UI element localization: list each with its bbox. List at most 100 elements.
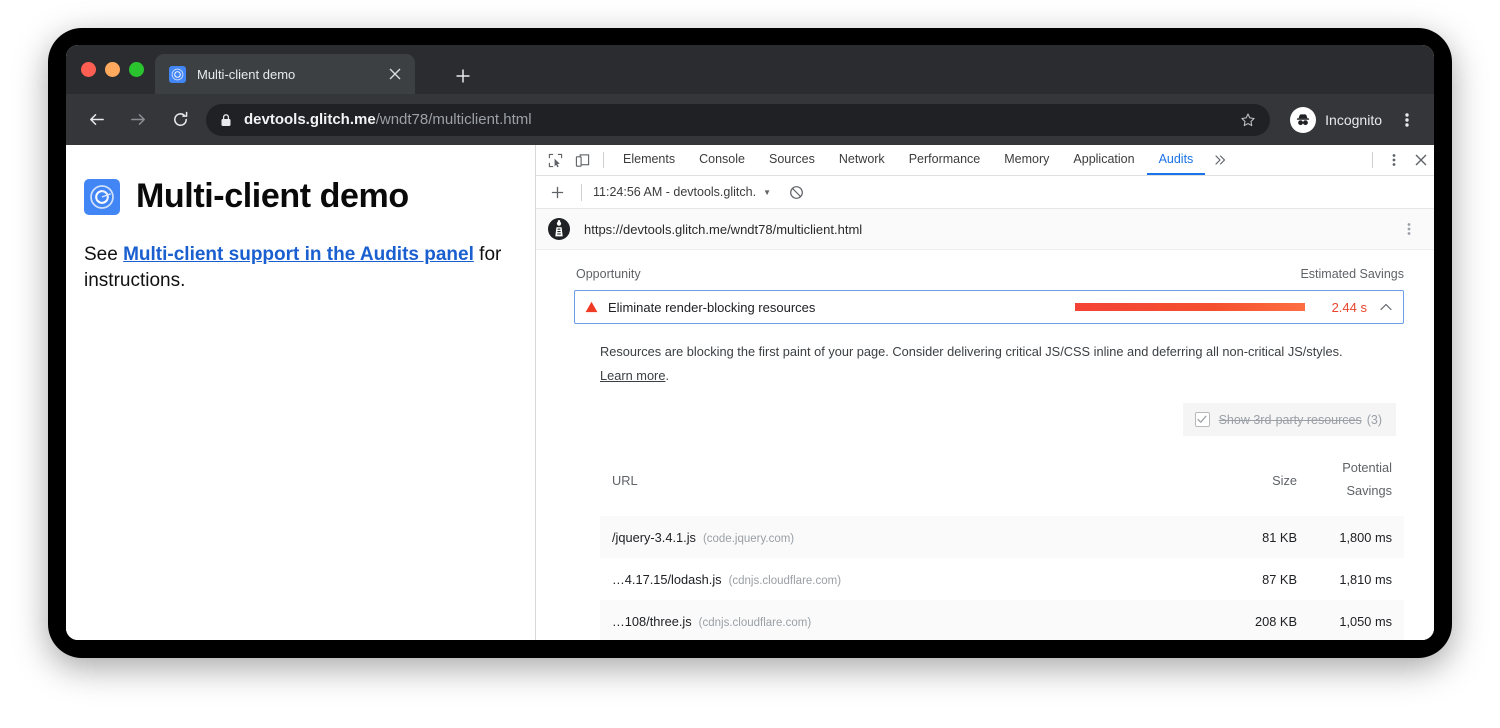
column-header-size: Size (1207, 456, 1297, 488)
resources-table: URL Size Potential Savings /jquery-3.4.1.… (600, 450, 1404, 640)
table-header-row: URL Size Potential Savings (600, 450, 1404, 516)
report-header: https://devtools.glitch.me/wndt78/multic… (536, 209, 1434, 250)
opportunity-header: Opportunity Estimated Savings (536, 250, 1434, 290)
page-title-text: Multi-client demo (136, 177, 409, 216)
inspect-element-icon[interactable] (542, 145, 569, 175)
tab-application[interactable]: Application (1061, 145, 1146, 175)
browser-tab-title: Multi-client demo (197, 67, 385, 82)
devtools-tabbar: Elements Console Sources Network Perform… (536, 145, 1434, 176)
table-row[interactable]: /jquery-3.4.1.js(code.jquery.com) 81 KB … (600, 516, 1404, 558)
url-path: /wndt78/multiclient.html (376, 111, 532, 128)
star-icon[interactable] (1238, 110, 1258, 130)
profile-chip[interactable]: Incognito (1290, 107, 1382, 133)
resource-size: 81 KB (1207, 530, 1297, 545)
chevron-down-icon: ▼ (763, 188, 771, 197)
reload-button[interactable] (164, 104, 196, 136)
resource-path: …108/three.js (612, 614, 692, 629)
tab-network[interactable]: Network (827, 145, 897, 175)
tab-audits[interactable]: Audits (1147, 145, 1206, 175)
tab-elements[interactable]: Elements (611, 145, 687, 175)
audit-description-end: . (665, 368, 669, 383)
savings-line2: Savings (1346, 483, 1392, 498)
profile-label: Incognito (1325, 112, 1382, 128)
resource-url: …108/three.js (cdnjs.cloudflare.com) (612, 614, 1207, 629)
toolbar-divider (603, 152, 604, 168)
device-toolbar-icon[interactable] (569, 145, 596, 175)
close-icon[interactable] (385, 64, 405, 84)
toolbar2-divider (581, 184, 582, 201)
learn-more-link[interactable]: Learn more (600, 368, 665, 383)
address-bar[interactable]: devtools.glitch.me/wndt78/multiclient.ht… (206, 104, 1270, 136)
resource-url: …4.17.15/lodash.js (cdnjs.cloudflare.com) (612, 572, 1207, 587)
chrome-devtools-icon (84, 179, 120, 215)
browser-tab[interactable]: Multi-client demo (155, 54, 415, 94)
tab-memory[interactable]: Memory (992, 145, 1061, 175)
tab-sources[interactable]: Sources (757, 145, 827, 175)
resource-savings: 1,800 ms (1297, 530, 1392, 545)
third-party-filter-wrap: Show 3rd-party resources (3) (536, 403, 1396, 436)
resource-url: /jquery-3.4.1.js(code.jquery.com) (612, 530, 1207, 545)
window-body: Multi-client demo See Multi-client suppo… (66, 145, 1434, 640)
warning-triangle-icon (585, 301, 598, 313)
opportunity-label: Opportunity (576, 267, 641, 281)
browser-window: Multi-client demo (66, 45, 1434, 640)
instructions-prefix: See (84, 244, 123, 265)
report-body: Opportunity Estimated Savings Eliminate … (536, 250, 1434, 640)
screenshot-stage: Multi-client demo (0, 0, 1500, 728)
audit-savings-value: 2.44 s (1321, 300, 1367, 315)
chrome-devtools-icon (169, 66, 186, 83)
audit-description-text: Resources are blocking the first paint o… (600, 344, 1343, 359)
browser-toolbar: devtools.glitch.me/wndt78/multiclient.ht… (66, 94, 1434, 145)
plus-icon[interactable] (544, 179, 570, 205)
lighthouse-icon (546, 216, 572, 242)
column-header-url: URL (612, 456, 1207, 488)
url-domain: devtools.glitch.me (244, 111, 376, 128)
back-button[interactable] (80, 104, 112, 136)
audit-savings-bar (1075, 303, 1305, 311)
report-url: https://devtools.glitch.me/wndt78/multic… (584, 222, 1398, 237)
resource-size: 208 KB (1207, 614, 1297, 629)
clear-all-icon[interactable] (787, 182, 807, 202)
new-tab-button[interactable] (451, 64, 475, 88)
window-close-button[interactable] (81, 62, 96, 77)
report-select[interactable]: 11:24:56 AM - devtools.glitch. ▼ (593, 185, 771, 199)
tab-console[interactable]: Console (687, 145, 757, 175)
third-party-count: (3) (1367, 413, 1382, 427)
resource-host: (cdnjs.cloudflare.com) (729, 575, 841, 587)
resource-host: (cdnjs.cloudflare.com) (699, 617, 811, 629)
page-viewport: Multi-client demo See Multi-client suppo… (66, 145, 536, 640)
resource-path: …4.17.15/lodash.js (612, 572, 722, 587)
audits-toolbar: 11:24:56 AM - devtools.glitch. ▼ (536, 176, 1434, 209)
browser-tabstrip: Multi-client demo (66, 45, 1434, 94)
resource-size: 87 KB (1207, 572, 1297, 587)
close-icon[interactable] (1407, 145, 1434, 175)
forward-button[interactable] (122, 104, 154, 136)
lock-icon (220, 113, 232, 127)
column-header-savings: Potential Savings (1297, 456, 1392, 502)
chevron-double-right-icon[interactable] (1205, 145, 1235, 175)
toolbar-divider-right (1372, 152, 1373, 168)
third-party-label: Show 3rd-party resources (1219, 413, 1362, 427)
table-row[interactable]: …108/three.js (cdnjs.cloudflare.com) 208 … (600, 600, 1404, 640)
resource-savings: 1,050 ms (1297, 614, 1392, 629)
audit-row-render-blocking[interactable]: Eliminate render-blocking resources 2.44… (574, 290, 1404, 324)
show-third-party-toggle[interactable]: Show 3rd-party resources (3) (1183, 403, 1396, 436)
window-traffic-lights (81, 62, 144, 77)
estimated-savings-label: Estimated Savings (1300, 267, 1404, 281)
window-zoom-button[interactable] (129, 62, 144, 77)
tab-performance[interactable]: Performance (897, 145, 993, 175)
checkmark-icon[interactable] (1195, 412, 1210, 427)
audit-title: Eliminate render-blocking resources (608, 300, 1075, 315)
devtools-panel: Elements Console Sources Network Perform… (536, 145, 1434, 640)
chevron-up-icon[interactable] (1379, 303, 1393, 311)
incognito-icon (1290, 107, 1316, 133)
tabbar-spacer (1235, 145, 1365, 175)
savings-line1: Potential (1342, 460, 1392, 475)
audits-docs-link[interactable]: Multi-client support in the Audits panel (123, 244, 474, 265)
table-row[interactable]: …4.17.15/lodash.js (cdnjs.cloudflare.com)… (600, 558, 1404, 600)
window-minimize-button[interactable] (105, 62, 120, 77)
resource-path: /jquery-3.4.1.js (612, 530, 696, 545)
kebab-menu-icon[interactable] (1394, 107, 1420, 133)
kebab-menu-icon[interactable] (1380, 145, 1407, 175)
kebab-menu-icon[interactable] (1398, 218, 1420, 240)
